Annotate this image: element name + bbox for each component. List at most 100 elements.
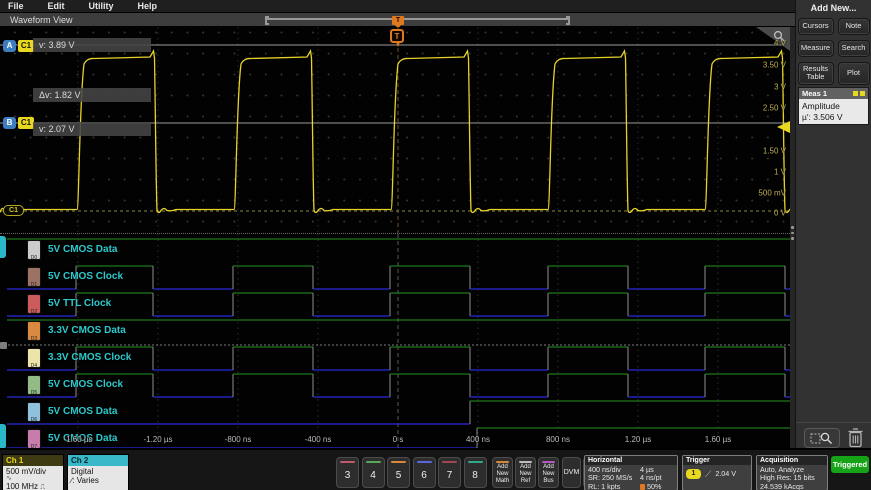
cursor-b-badges[interactable]: B C1: [3, 117, 34, 129]
menu-item-help[interactable]: Help: [138, 1, 158, 11]
voltage-scale-label: 500 mV: [758, 189, 786, 198]
channel1-title: Ch 1: [3, 455, 63, 466]
add-new-plot-button[interactable]: Plot: [838, 62, 870, 85]
menu-item-utility[interactable]: Utility: [89, 1, 114, 11]
digital-channel-badge-d2[interactable]: D2: [27, 294, 41, 314]
channel-color-stripe: [496, 461, 509, 464]
digital-channel-badge-d0[interactable]: D0: [27, 240, 41, 260]
measurement-badge-header: Meas 1: [799, 88, 868, 99]
digital-channel-badge-d7[interactable]: D7: [27, 429, 41, 449]
cursor-a-badge[interactable]: A: [3, 40, 16, 52]
channel-color-stripe: [519, 461, 532, 464]
horizontal-position-bar[interactable]: T: [265, 18, 570, 23]
cursor-b-source-badge[interactable]: C1: [18, 117, 34, 129]
digital-channel-label-d2: 5V TTL Clock: [48, 298, 111, 309]
bottom-status-bar: Ch 1 500 mV/div ∿ 100 MHz ⎍ Ch 2 Digital…: [0, 448, 871, 490]
voltage-scale-label: 3.50 V: [763, 61, 786, 70]
dvm-button[interactable]: DVM: [562, 457, 581, 488]
channel2-title: Ch 2: [68, 455, 128, 466]
channel-color-stripe: [417, 461, 432, 464]
measurement-flag-icon: [860, 91, 865, 96]
horizontal-setting: RL: 1 kpts: [588, 483, 640, 490]
add-new-search-button[interactable]: Search: [838, 40, 870, 57]
trigger-panel[interactable]: Trigger 1 ⟋ 2.04 V: [682, 455, 752, 490]
voltage-scale-label: 0 V: [774, 209, 786, 218]
panel-tools: [796, 422, 871, 448]
menu-item-file[interactable]: File: [8, 1, 24, 11]
digital-channel-label-d5: 5V CMOS Clock: [48, 379, 123, 390]
digital-channel-label-d4: 3.3V CMOS Clock: [48, 352, 131, 363]
digital-waveform-pane[interactable]: D0 5V CMOS Data D1 5V CMOS Clock D2 5V TTL Cl…: [0, 233, 790, 448]
measurement-name: Amplitude: [802, 101, 865, 112]
channel-3-button[interactable]: 3: [336, 457, 359, 488]
digital-channel-badge-d3[interactable]: D3: [27, 321, 41, 341]
zoom-tool-button[interactable]: [804, 428, 840, 448]
add-new-cursors-button[interactable]: Cursors: [798, 18, 834, 35]
digital-group-handle-bottom[interactable]: [0, 424, 6, 449]
channel-color-stripe: [340, 461, 355, 464]
view-tab-bar: Waveform View T: [0, 13, 795, 27]
cursor-a-badges[interactable]: A C1: [3, 40, 34, 52]
channel2-badge[interactable]: Ch 2 Digital ∕: Varies: [67, 454, 129, 490]
cursor-delta-readout: Δv: 1.82 V: [33, 88, 151, 102]
channel-color-stripe: [391, 461, 406, 464]
zoom-box-magnifier-icon: [809, 430, 835, 446]
acquisition-panel[interactable]: Acquisition Auto, AnalyzeHigh Res: 15 bi…: [756, 455, 828, 490]
trigger-time-flag[interactable]: T: [390, 29, 404, 43]
add-new-math-button[interactable]: AddNewMath: [492, 457, 513, 488]
record-position-icon: [640, 484, 645, 490]
trigger-level-value: 2.04 V: [715, 470, 736, 478]
add-new-results-table-button[interactable]: Results Table: [798, 62, 834, 85]
channel1-ground-marker[interactable]: C1: [3, 205, 24, 216]
add-new-measure-button[interactable]: Measure: [798, 40, 834, 57]
cursor-b-badge[interactable]: B: [3, 117, 16, 129]
time-axis-label: 1.20 µs: [625, 435, 651, 444]
bandwidth-limit-icon: ⎍: [40, 484, 45, 490]
trigger-panel-body: 1 ⟋ 2.04 V: [683, 468, 751, 480]
cursor-a-source-badge[interactable]: C1: [18, 40, 34, 52]
channel-4-button[interactable]: 4: [362, 457, 385, 488]
results-panel: Add New... CursorsNoteMeasureSearchResul…: [795, 0, 871, 450]
measurement-value: µ′: 3.506 V: [802, 112, 865, 123]
digital-channel-label-d0: 5V CMOS Data: [48, 244, 117, 255]
horizontal-panel-body: 400 ns/div4 µsSR: 250 MS/s4 ns/ptRL: 1 k…: [585, 465, 677, 490]
digital-group-handle-top[interactable]: [0, 236, 6, 258]
rising-edge-icon: ⟋: [705, 470, 711, 478]
trash-icon[interactable]: [847, 427, 864, 448]
acquisition-setting: 24.539 kAcqs: [760, 483, 824, 490]
channel1-scale: 500 mV/div: [6, 467, 60, 476]
pane-splitter-handle[interactable]: [791, 226, 794, 246]
digital-channel-badge-d4[interactable]: D4: [27, 348, 41, 368]
digital-channel-badge-d5[interactable]: D5: [27, 375, 41, 395]
add-new-note-button[interactable]: Note: [838, 18, 870, 35]
channel-5-button[interactable]: 5: [387, 457, 410, 488]
time-axis-label: -400 ns: [305, 435, 332, 444]
menu-bar: File Edit Utility Help: [0, 0, 871, 13]
digital-channel-label-d3: 3.3V CMOS Data: [48, 325, 126, 336]
measurement-flag-icon: [853, 91, 858, 96]
trigger-position-marker[interactable]: T: [392, 16, 404, 25]
add-new-ref-button[interactable]: AddNewRef: [515, 457, 536, 488]
channel-6-button[interactable]: 6: [413, 457, 436, 488]
analog-waveform-pane[interactable]: T A C1 v: 3.89 V Δv: 1.82 V B C1 v: 2.07…: [0, 27, 790, 233]
channel-7-button[interactable]: 7: [438, 457, 461, 488]
time-axis-label: 400 ns: [466, 435, 490, 444]
digital-channel-badge-d6[interactable]: D6: [27, 402, 41, 422]
trigger-panel-title: Trigger: [683, 456, 751, 465]
oscilloscope-screen: File Edit Utility Help Waveform View T T A …: [0, 0, 871, 490]
triggered-status-indicator: Triggered: [831, 456, 869, 473]
channel2-threshold: ∕: Varies: [71, 476, 125, 485]
channel-color-stripe: [542, 461, 555, 464]
digital-waveform-plot: [0, 234, 790, 449]
channel-8-button[interactable]: 8: [464, 457, 487, 488]
menu-item-edit[interactable]: Edit: [48, 1, 65, 11]
add-new-bus-button[interactable]: AddNewBus: [538, 457, 559, 488]
digital-channel-badge-d1[interactable]: D1: [27, 267, 41, 287]
channel1-badge[interactable]: Ch 1 500 mV/div ∿ 100 MHz ⎍: [2, 454, 64, 490]
channel-color-stripe: [468, 461, 483, 464]
channel-color-stripe: [442, 461, 457, 464]
measurement-badge[interactable]: Meas 1 Amplitude µ′: 3.506 V: [798, 87, 869, 125]
horizontal-panel[interactable]: Horizontal 400 ns/div4 µsSR: 250 MS/s4 n…: [584, 455, 678, 490]
time-axis-label: -1.20 µs: [143, 435, 172, 444]
time-axis-label: 800 ns: [546, 435, 570, 444]
